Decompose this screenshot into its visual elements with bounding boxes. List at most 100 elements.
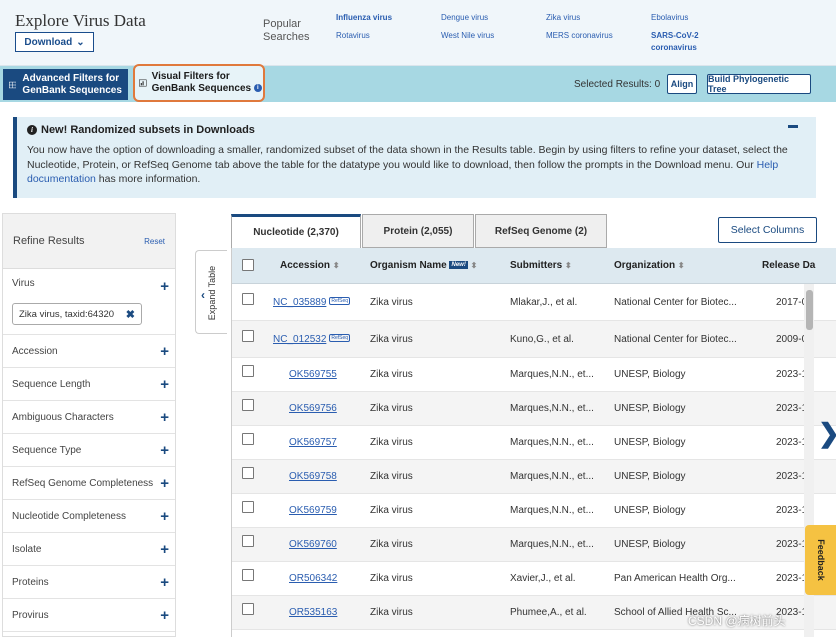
plus-icon[interactable]: + (160, 607, 169, 624)
accession-link[interactable]: NC_012532 RefSeq (273, 334, 351, 345)
table-row[interactable]: OK569756 Zika virus Marques,N.N., et... UNE… (232, 392, 836, 426)
plus-icon[interactable]: + (160, 574, 169, 591)
plus-icon[interactable]: + (160, 409, 169, 426)
plus-icon[interactable]: + (160, 343, 169, 360)
plus-icon[interactable]: + (160, 442, 169, 459)
row-checkbox[interactable] (242, 330, 254, 342)
popular-search-link[interactable]: Dengue virus (441, 12, 488, 24)
facet-virus: Virus + Zika virus, taxid:64320 ✖ (3, 269, 175, 335)
accession-link[interactable]: OK569756 (289, 403, 337, 414)
plus-icon[interactable]: + (160, 541, 169, 558)
select-all-checkbox[interactable] (242, 259, 254, 271)
accession-link[interactable]: OR535163 (289, 607, 337, 618)
facet-item[interactable]: Accession + (3, 335, 175, 368)
advanced-filters-tab[interactable]: Advanced Filters for GenBank Sequences (3, 69, 128, 100)
popular-search-link[interactable]: SARS-CoV-2 coronavirus (651, 30, 711, 54)
row-checkbox[interactable] (242, 399, 254, 411)
facet-item[interactable]: Nucleotide Completeness + (3, 500, 175, 533)
row-checkbox[interactable] (242, 433, 254, 445)
popular-search-link[interactable]: Zika virus (546, 12, 580, 24)
facet-item[interactable]: Sequence Length + (3, 368, 175, 401)
facet-label: Provirus (12, 609, 49, 621)
facet-item[interactable]: Proteins + (3, 566, 175, 599)
facet-item[interactable]: Ambiguous Characters + (3, 401, 175, 434)
plus-icon[interactable]: + (160, 278, 169, 295)
build-tree-button[interactable]: Build Phylogenetic Tree (707, 74, 811, 94)
table-scrollbar-thumb[interactable] (806, 290, 813, 330)
collapse-icon[interactable] (788, 125, 798, 128)
accession-link[interactable]: OK569760 (289, 539, 337, 550)
sort-icon: ⬍ (677, 261, 685, 270)
accession-link[interactable]: OR506342 (289, 573, 337, 584)
accession-link[interactable]: OK569755 (289, 369, 337, 380)
row-checkbox[interactable] (242, 365, 254, 377)
table-row[interactable]: OK569755 Zika virus Marques,N.N., et... UNE… (232, 358, 836, 392)
accession-link[interactable]: OK569758 (289, 471, 337, 482)
row-checkbox[interactable] (242, 603, 254, 615)
facet-item[interactable]: Sequence Type + (3, 434, 175, 467)
popular-search-link[interactable]: Ebolavirus (651, 12, 688, 24)
facet-item[interactable]: RefSeq Genome Completeness + (3, 467, 175, 500)
organism-cell: Zika virus (370, 437, 413, 448)
submitters-cell: Kuno,G., et al. (510, 334, 574, 345)
info-icon[interactable]: i (253, 84, 262, 93)
facet-label: Nucleotide Completeness (12, 510, 126, 522)
tab-nucleotide[interactable]: Nucleotide (2,370) (231, 214, 361, 248)
column-header-release-date[interactable]: Release Da (762, 260, 815, 271)
row-checkbox[interactable] (242, 293, 254, 305)
table-row[interactable]: OK569758 Zika virus Marques,N.N., et... UNE… (232, 460, 836, 494)
announcement-tail-text: has more information. (95, 173, 201, 185)
column-header-submitters[interactable]: Submitters ⬍ (510, 260, 572, 271)
column-header-organism[interactable]: Organism Name New! ⬍ (370, 260, 477, 271)
accession-link[interactable]: OK569757 (289, 437, 337, 448)
popular-search-link[interactable]: Influenza virus (336, 12, 392, 24)
accession-link[interactable]: OK569759 (289, 505, 337, 516)
tab-refseq-genome[interactable]: RefSeq Genome (2) (475, 214, 607, 248)
plus-icon[interactable]: + (160, 508, 169, 525)
release-date-cell: 2009-0 (776, 334, 808, 345)
tab-protein[interactable]: Protein (2,055) (362, 214, 474, 248)
popular-search-link[interactable]: West Nile virus (441, 30, 494, 42)
info-icon: i (27, 125, 37, 135)
table-row[interactable]: OR506342 Zika virus Xavier,J., et al. Pan A… (232, 562, 836, 596)
chevron-right-icon[interactable]: ❯ (818, 418, 836, 449)
popular-searches-label: Popular Searches (263, 18, 310, 43)
facet-label: Sequence Length (12, 378, 91, 390)
visual-filters-tab[interactable]: Visual Filters for GenBank Sequences i (133, 64, 265, 102)
announcement-title-text: New! Randomized subsets in Downloads (41, 124, 255, 136)
table-row[interactable]: NC_012532 RefSeq Zika virus Kuno,G., et al.… (232, 321, 836, 358)
organization-cell: National Center for Biotec... (614, 334, 737, 345)
announcement-title: i New! Randomized subsets in Downloads (27, 124, 806, 136)
reset-link[interactable]: Reset (144, 237, 165, 246)
row-checkbox[interactable] (242, 535, 254, 547)
facet-item[interactable]: Isolate + (3, 533, 175, 566)
table-row[interactable]: OK569759 Zika virus Marques,N.N., et... UNE… (232, 494, 836, 528)
download-button[interactable]: Download ⌄ (15, 32, 94, 52)
plus-icon[interactable]: + (160, 475, 169, 492)
organization-cell: UNESP, Biology (614, 403, 686, 414)
organism-cell: Zika virus (370, 297, 413, 308)
close-icon[interactable]: ✖ (126, 308, 135, 321)
row-checkbox[interactable] (242, 501, 254, 513)
organization-cell: Pan American Health Org... (614, 573, 736, 584)
facet-item[interactable]: Provirus + (3, 599, 175, 632)
row-checkbox[interactable] (242, 467, 254, 479)
organism-cell: Zika virus (370, 369, 413, 380)
feedback-tab[interactable]: Feedback (805, 525, 836, 595)
chart-icon (139, 79, 147, 87)
popular-search-link[interactable]: MERS coronavirus (546, 30, 613, 42)
plus-icon[interactable]: + (160, 376, 169, 393)
refine-results-sidebar: Refine Results Reset Virus + Zika virus,… (2, 213, 176, 637)
accession-link[interactable]: NC_035889 RefSeq (273, 297, 351, 308)
table-row[interactable]: NC_035889 RefSeq Zika virus Mlakar,J., et a… (232, 284, 836, 321)
refine-results-title: Refine Results (13, 235, 85, 247)
column-header-accession[interactable]: Accession ⬍ (280, 260, 340, 271)
expand-table-toggle[interactable]: ‹ Expand Table (195, 250, 227, 334)
row-checkbox[interactable] (242, 569, 254, 581)
column-header-organization[interactable]: Organization ⬍ (614, 260, 685, 271)
table-row[interactable]: OK569757 Zika virus Marques,N.N., et... UNE… (232, 426, 836, 460)
popular-search-link[interactable]: Rotavirus (336, 30, 370, 42)
table-row[interactable]: OK569760 Zika virus Marques,N.N., et... UNE… (232, 528, 836, 562)
select-columns-button[interactable]: Select Columns (718, 217, 817, 243)
align-button[interactable]: Align (667, 74, 697, 94)
